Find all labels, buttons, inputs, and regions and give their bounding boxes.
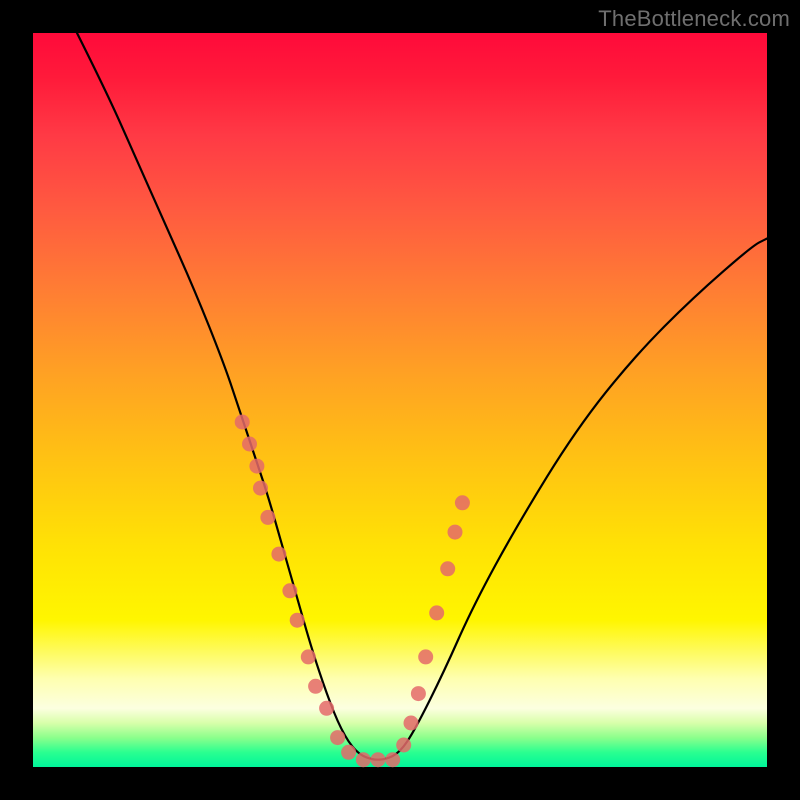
sample-dot <box>260 510 275 525</box>
sample-dot <box>253 481 268 496</box>
sample-dot <box>440 561 455 576</box>
sample-dot <box>418 649 433 664</box>
sample-dot <box>282 583 297 598</box>
sample-dot <box>404 716 419 731</box>
sample-dot <box>249 459 264 474</box>
sample-dot <box>448 525 463 540</box>
sample-dot <box>385 752 400 767</box>
sample-dot <box>429 605 444 620</box>
sample-dot <box>271 547 286 562</box>
chart-overlay <box>33 33 767 767</box>
sample-dot <box>235 415 250 430</box>
sample-dot <box>290 613 305 628</box>
sample-dot <box>341 745 356 760</box>
sample-dot <box>330 730 345 745</box>
sample-dot <box>411 686 426 701</box>
chart-frame: TheBottleneck.com <box>0 0 800 800</box>
sample-dot <box>455 495 470 510</box>
sample-dot <box>301 649 316 664</box>
sample-dot <box>242 437 257 452</box>
sample-dot <box>319 701 334 716</box>
sample-dot <box>308 679 323 694</box>
watermark-label: TheBottleneck.com <box>598 6 790 32</box>
sample-dot <box>371 752 386 767</box>
sample-dot <box>396 738 411 753</box>
sample-dots <box>235 415 470 768</box>
sample-dot <box>356 752 371 767</box>
